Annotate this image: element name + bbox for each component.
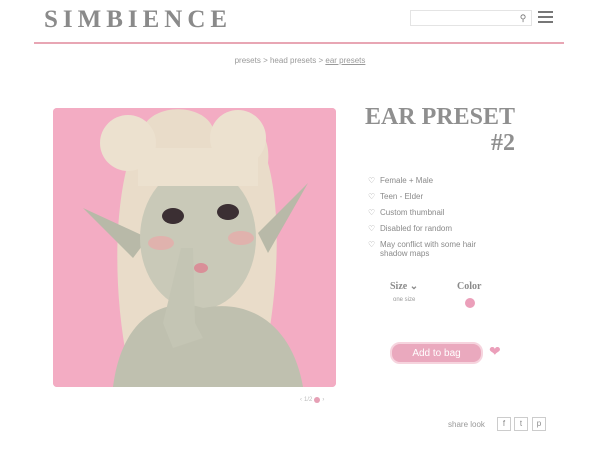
site-logo[interactable]: SIMBIENCE bbox=[44, 6, 232, 34]
eye-left bbox=[162, 208, 184, 224]
menu-bar bbox=[538, 21, 553, 23]
title-line-2: #2 bbox=[491, 130, 515, 156]
feature-list: ♡ Female + Male ♡ Teen - Elder ♡ Custom thu… bbox=[368, 176, 490, 265]
color-swatch[interactable] bbox=[465, 298, 475, 308]
gallery-next-icon[interactable]: › bbox=[322, 397, 324, 403]
breadcrumb-separator: > bbox=[263, 56, 268, 65]
blush-left bbox=[148, 236, 174, 250]
header-divider bbox=[34, 42, 564, 44]
gallery-prev-icon[interactable]: ‹ bbox=[300, 397, 302, 403]
breadcrumb-separator: > bbox=[318, 56, 324, 65]
breadcrumb: presets > head presets > ear presets bbox=[0, 56, 600, 65]
search-box[interactable]: ⚲ bbox=[410, 10, 532, 26]
lips bbox=[194, 263, 208, 273]
share-label: share look bbox=[448, 420, 485, 429]
feature-text: May conflict with some hair shadow maps bbox=[380, 240, 477, 258]
color-label: Color bbox=[457, 281, 482, 292]
twitter-icon[interactable]: t bbox=[514, 417, 528, 431]
gallery-pagination: ‹ 1/2 › bbox=[300, 397, 324, 403]
chevron-down-icon[interactable]: ⌄ bbox=[410, 281, 418, 292]
breadcrumb-ear-presets[interactable]: ear presets bbox=[325, 56, 365, 65]
breadcrumb-head-presets[interactable]: head presets bbox=[270, 56, 316, 65]
add-to-bag-button[interactable]: Add to bag bbox=[390, 342, 483, 364]
menu-bar bbox=[538, 16, 553, 18]
pinterest-icon[interactable]: p bbox=[532, 417, 546, 431]
eye-right bbox=[217, 204, 239, 220]
feature-item: ♡ Female + Male bbox=[368, 176, 490, 185]
title-line-1: EAR PRESET bbox=[364, 104, 515, 130]
size-selector[interactable]: Size ⌄ bbox=[390, 281, 418, 292]
feature-text: Custom thumbnail bbox=[380, 208, 445, 217]
size-label: Size bbox=[390, 281, 408, 292]
feature-item: ♡ Teen - Elder bbox=[368, 192, 490, 201]
hair-bangs bbox=[138, 148, 258, 186]
facebook-icon[interactable]: f bbox=[497, 417, 511, 431]
heart-icon: ♡ bbox=[368, 224, 376, 233]
heart-icon: ♡ bbox=[368, 208, 376, 217]
feature-text: Teen - Elder bbox=[380, 192, 424, 201]
wishlist-heart-icon[interactable]: ❤ bbox=[489, 343, 501, 360]
gallery-dot-active[interactable] bbox=[314, 397, 321, 403]
product-image bbox=[53, 108, 336, 387]
feature-item: ♡ Custom thumbnail bbox=[368, 208, 490, 217]
blush-right bbox=[228, 231, 254, 245]
search-icon[interactable]: ⚲ bbox=[515, 13, 531, 24]
feature-item: ♡ May conflict with some hair shadow maps bbox=[368, 240, 490, 258]
heart-icon: ♡ bbox=[368, 176, 376, 185]
size-value: one size bbox=[393, 297, 416, 303]
heart-icon: ♡ bbox=[368, 192, 376, 201]
hamburger-menu-icon[interactable] bbox=[538, 11, 553, 23]
feature-item: ♡ Disabled for random bbox=[368, 224, 490, 233]
feature-text: Disabled for random bbox=[380, 224, 453, 233]
menu-bar bbox=[538, 11, 553, 13]
breadcrumb-presets[interactable]: presets bbox=[235, 56, 261, 65]
search-input[interactable] bbox=[411, 12, 515, 24]
heart-icon: ♡ bbox=[368, 240, 376, 249]
product-title: EAR PRESET #2 bbox=[352, 104, 515, 156]
feature-text: Female + Male bbox=[380, 176, 434, 185]
character-illustration bbox=[53, 108, 336, 387]
gallery-counter: 1/2 bbox=[304, 397, 313, 403]
